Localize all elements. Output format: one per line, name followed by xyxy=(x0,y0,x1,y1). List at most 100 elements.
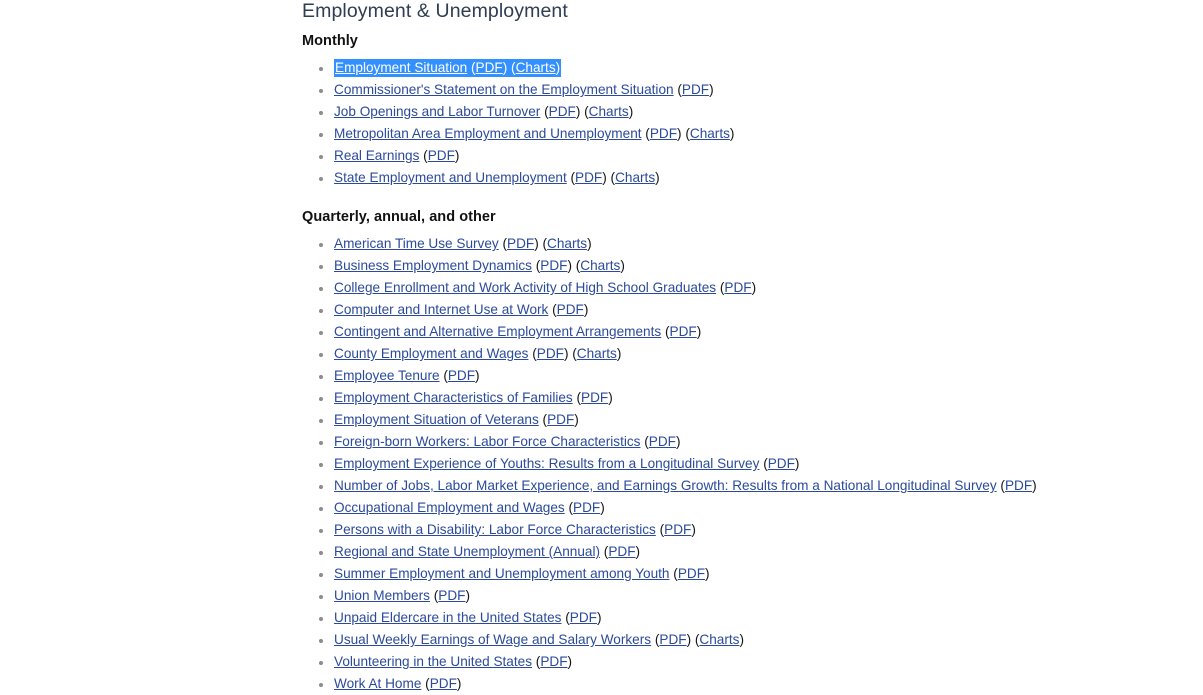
list-item[interactable]: Real Earnings (PDF) xyxy=(302,145,1203,167)
pdf-link[interactable]: PDF xyxy=(547,412,574,427)
pdf-link[interactable]: PDF xyxy=(768,456,795,471)
document-link-foreign-born-workers-labor-force-characteristics[interactable]: Foreign-born Workers: Labor Force Charac… xyxy=(334,434,640,449)
paren-close: ) xyxy=(456,676,462,691)
document-link-job-openings-and-labor-turnover[interactable]: Job Openings and Labor Turnover xyxy=(334,104,540,119)
pdf-link[interactable]: PDF xyxy=(670,324,697,339)
bullet-icon xyxy=(319,528,323,533)
pdf-link[interactable]: PDF xyxy=(608,544,635,559)
list-item[interactable]: Employment Situation of Veterans (PDF) xyxy=(302,409,1203,431)
pdf-link[interactable]: PDF xyxy=(428,148,455,163)
pdf-link[interactable]: PDF xyxy=(682,82,709,97)
pdf-link[interactable]: PDF xyxy=(575,170,602,185)
bullet-icon xyxy=(319,242,323,247)
document-link-employment-situation-of-veterans[interactable]: Employment Situation of Veterans xyxy=(334,412,539,427)
paren-open: ( xyxy=(419,148,428,163)
list-item[interactable]: County Employment and Wages (PDF) (Chart… xyxy=(302,343,1203,365)
pdf-link[interactable]: PDF xyxy=(549,104,576,119)
document-link-computer-and-internet-use-at-work[interactable]: Computer and Internet Use at Work xyxy=(334,302,548,317)
document-link-occupational-employment-and-wages[interactable]: Occupational Employment and Wages xyxy=(334,500,565,515)
document-link-employment-experience-of-youths-results-from-a-longitudinal-[interactable]: Employment Experience of Youths: Results… xyxy=(334,456,759,471)
document-link-american-time-use-survey[interactable]: American Time Use Survey xyxy=(334,236,499,251)
list-item-content: Volunteering in the United States (PDF) xyxy=(334,654,572,669)
document-link-real-earnings[interactable]: Real Earnings xyxy=(334,148,419,163)
pdf-link[interactable]: PDF xyxy=(724,280,751,295)
pdf-link[interactable]: PDF xyxy=(430,676,457,691)
bullet-icon xyxy=(319,572,323,577)
document-link-commissioner-s-statement-on-the-employment-situation[interactable]: Commissioner's Statement on the Employme… xyxy=(334,82,674,97)
pdf-link[interactable]: PDF xyxy=(664,522,691,537)
list-item[interactable]: Work At Home (PDF) xyxy=(302,673,1203,695)
paren-open: ( xyxy=(439,368,448,383)
list-item[interactable]: Employment Characteristics of Families (… xyxy=(302,387,1203,409)
charts-link[interactable]: Charts xyxy=(516,60,556,75)
pdf-link[interactable]: PDF xyxy=(438,588,465,603)
pdf-link[interactable]: PDF xyxy=(476,60,503,75)
document-link-state-employment-and-unemployment[interactable]: State Employment and Unemployment xyxy=(334,170,567,185)
list-item[interactable]: Computer and Internet Use at Work (PDF) xyxy=(302,299,1203,321)
document-link-employee-tenure[interactable]: Employee Tenure xyxy=(334,368,440,383)
bullet-icon xyxy=(319,374,323,379)
pdf-link[interactable]: PDF xyxy=(540,258,567,273)
pdf-link[interactable]: PDF xyxy=(659,632,686,647)
pdf-link[interactable]: PDF xyxy=(650,126,677,141)
pdf-link[interactable]: PDF xyxy=(557,302,584,317)
pdf-link[interactable]: PDF xyxy=(570,610,597,625)
document-link-business-employment-dynamics[interactable]: Business Employment Dynamics xyxy=(334,258,532,273)
charts-link[interactable]: Charts xyxy=(580,258,620,273)
document-link-employment-situation[interactable]: Employment Situation xyxy=(335,60,467,75)
pdf-link[interactable]: PDF xyxy=(507,236,534,251)
pdf-link[interactable]: PDF xyxy=(448,368,475,383)
document-link-regional-and-state-unemployment-annual[interactable]: Regional and State Unemployment (Annual) xyxy=(334,544,600,559)
list-item[interactable]: Usual Weekly Earnings of Wage and Salary… xyxy=(302,629,1203,651)
list-item[interactable]: Unpaid Eldercare in the United States (P… xyxy=(302,607,1203,629)
list-item[interactable]: Employment Situation (PDF) (Charts) xyxy=(302,57,1203,79)
list-item[interactable]: Union Members (PDF) xyxy=(302,585,1203,607)
list-item[interactable]: Employment Experience of Youths: Results… xyxy=(302,453,1203,475)
pdf-link[interactable]: PDF xyxy=(1005,478,1032,493)
list-item[interactable]: Occupational Employment and Wages (PDF) xyxy=(302,497,1203,519)
document-link-contingent-and-alternative-employment-arrangements[interactable]: Contingent and Alternative Employment Ar… xyxy=(334,324,661,339)
list-item[interactable]: American Time Use Survey (PDF) (Charts) xyxy=(302,233,1203,255)
list-item[interactable]: Contingent and Alternative Employment Ar… xyxy=(302,321,1203,343)
list-item[interactable]: State Employment and Unemployment (PDF) … xyxy=(302,167,1203,189)
list-item[interactable]: Number of Jobs, Labor Market Experience,… xyxy=(302,475,1203,497)
pdf-link[interactable]: PDF xyxy=(540,654,567,669)
charts-link[interactable]: Charts xyxy=(690,126,730,141)
pdf-link[interactable]: PDF xyxy=(573,500,600,515)
list-item[interactable]: Metropolitan Area Employment and Unemplo… xyxy=(302,123,1203,145)
document-link-volunteering-in-the-united-states[interactable]: Volunteering in the United States xyxy=(334,654,532,669)
document-link-usual-weekly-earnings-of-wage-and-salary-workers[interactable]: Usual Weekly Earnings of Wage and Salary… xyxy=(334,632,651,647)
document-link-number-of-jobs-labor-market-experience-and-earnings-growth-r[interactable]: Number of Jobs, Labor Market Experience,… xyxy=(334,478,997,493)
document-link-union-members[interactable]: Union Members xyxy=(334,588,430,603)
document-link-unpaid-eldercare-in-the-united-states[interactable]: Unpaid Eldercare in the United States xyxy=(334,610,561,625)
charts-link[interactable]: Charts xyxy=(547,236,587,251)
pdf-link[interactable]: PDF xyxy=(581,390,608,405)
document-link-college-enrollment-and-work-activity-of-high-school-graduate[interactable]: College Enrollment and Work Activity of … xyxy=(334,280,716,295)
document-link-county-employment-and-wages[interactable]: County Employment and Wages xyxy=(334,346,528,361)
document-link-persons-with-a-disability-labor-force-characteristics[interactable]: Persons with a Disability: Labor Force C… xyxy=(334,522,656,537)
list-item[interactable]: Volunteering in the United States (PDF) xyxy=(302,651,1203,673)
charts-link[interactable]: Charts xyxy=(577,346,617,361)
list-item[interactable]: College Enrollment and Work Activity of … xyxy=(302,277,1203,299)
list-item[interactable]: Commissioner's Statement on the Employme… xyxy=(302,79,1203,101)
list-item[interactable]: Summer Employment and Unemployment among… xyxy=(302,563,1203,585)
list-item[interactable]: Persons with a Disability: Labor Force C… xyxy=(302,519,1203,541)
list-item[interactable]: Job Openings and Labor Turnover (PDF) (C… xyxy=(302,101,1203,123)
pdf-link[interactable]: PDF xyxy=(678,566,705,581)
charts-link[interactable]: Charts xyxy=(615,170,655,185)
document-link-summer-employment-and-unemployment-among-youth[interactable]: Summer Employment and Unemployment among… xyxy=(334,566,670,581)
list-item[interactable]: Employee Tenure (PDF) xyxy=(302,365,1203,387)
charts-link[interactable]: Charts xyxy=(589,104,629,119)
pdf-link[interactable]: PDF xyxy=(537,346,564,361)
document-link-employment-characteristics-of-families[interactable]: Employment Characteristics of Families xyxy=(334,390,573,405)
charts-link[interactable]: Charts xyxy=(699,632,739,647)
document-link-work-at-home[interactable]: Work At Home xyxy=(334,676,421,691)
paren-close: ) xyxy=(587,236,592,251)
pdf-link[interactable]: PDF xyxy=(649,434,676,449)
list-item[interactable]: Regional and State Unemployment (Annual)… xyxy=(302,541,1203,563)
list-item[interactable]: Foreign-born Workers: Labor Force Charac… xyxy=(302,431,1203,453)
paren-open: ( xyxy=(548,302,557,317)
document-link-metropolitan-area-employment-and-unemployment[interactable]: Metropolitan Area Employment and Unemplo… xyxy=(334,126,642,141)
list-item[interactable]: Business Employment Dynamics (PDF) (Char… xyxy=(302,255,1203,277)
document-list-quarterly: American Time Use Survey (PDF) (Charts) B… xyxy=(302,233,1203,695)
